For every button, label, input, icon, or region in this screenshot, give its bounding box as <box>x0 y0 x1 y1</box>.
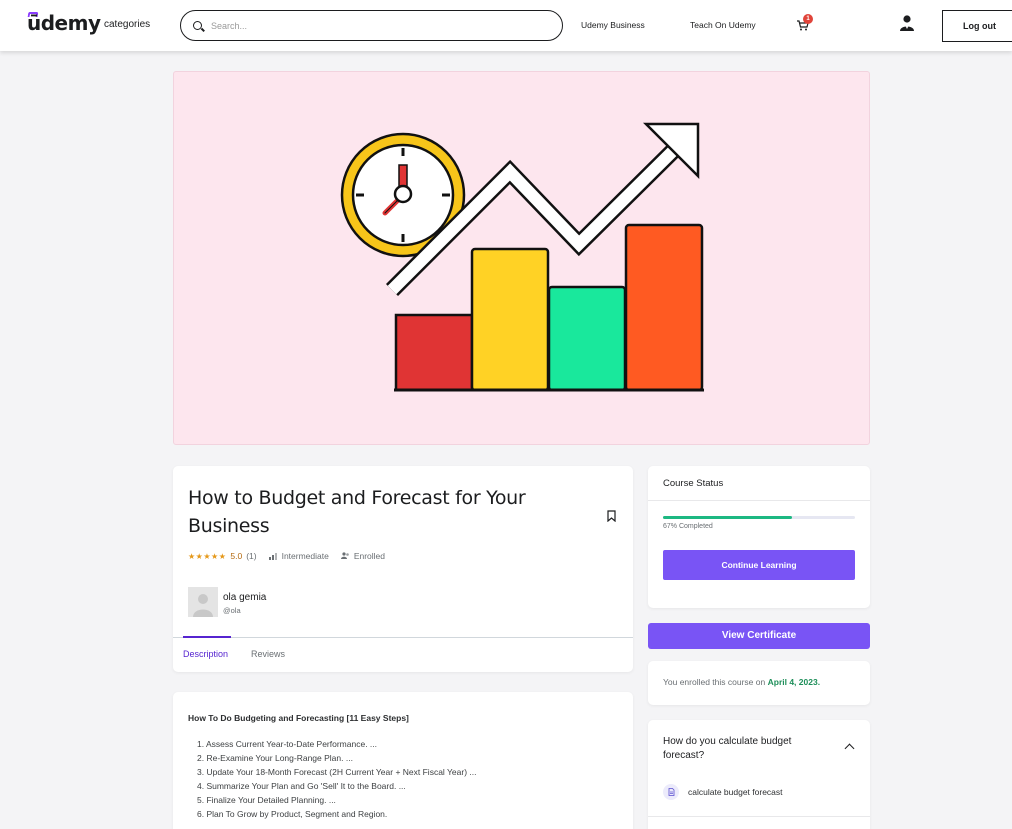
enrolled-date: April 4, 2023 <box>767 677 818 687</box>
course-info-card: How to Budget and Forecast for Your Busi… <box>173 466 633 672</box>
enrollment-status: Enrolled <box>353 551 386 561</box>
illustration-bar-red <box>394 313 474 392</box>
author-avatar[interactable] <box>188 587 218 617</box>
categories-link[interactable]: categories <box>104 19 150 30</box>
list-item: 6. Plan To Grow by Product, Segment and … <box>197 809 388 819</box>
chevron-up-icon[interactable] <box>844 743 855 754</box>
udemy-logo[interactable]: ūdemy <box>27 11 101 35</box>
faq-resource-item[interactable]: calculate budget forecast <box>663 784 783 800</box>
list-item: 2. Re-Examine Your Long-Range Plan. ... <box>197 753 353 763</box>
faq-divider <box>648 816 870 817</box>
tab-reviews[interactable]: Reviews <box>251 649 285 659</box>
course-hero-image <box>173 71 870 445</box>
faq-question[interactable]: How do you calculate budget forecast? <box>663 735 823 763</box>
author-handle: @ola <box>223 606 241 615</box>
enrolled-users-icon <box>340 552 349 559</box>
course-level: Intermediate <box>281 551 329 561</box>
enrollment-text: You enrolled this course on April 4, 202… <box>663 677 820 687</box>
author-name[interactable]: ola gemia <box>223 592 266 603</box>
description-steps-list: 1. Assess Current Year-to-Date Performan… <box>197 737 476 821</box>
rating-value: 5.0 <box>230 551 243 561</box>
illustration-bar-yellow <box>470 247 550 392</box>
enrolled-prefix: You enrolled this course on <box>663 677 766 687</box>
search-input[interactable] <box>211 18 551 34</box>
tab-description[interactable]: Description <box>183 649 228 659</box>
illustration-bar-orange <box>624 223 704 392</box>
enrolled-meta: Enrolled <box>340 551 386 561</box>
progress-bar-fill <box>663 516 792 519</box>
bookmark-icon[interactable] <box>607 510 616 522</box>
top-navigation-bar: ūdemy categories Udemy Business Teach On… <box>0 0 1012 51</box>
rating-count: (1) <box>246 551 257 561</box>
faq-card: How do you calculate budget forecast? ca… <box>648 720 870 829</box>
course-title: How to Budget and Forecast for Your Busi… <box>188 487 526 537</box>
search-bar[interactable] <box>180 10 563 41</box>
list-item: 4. Summarize Your Plan and Go 'Sell' It … <box>197 781 406 791</box>
teach-on-udemy-link[interactable]: Teach On Udemy <box>690 20 756 30</box>
view-certificate-button[interactable]: View Certificate <box>648 623 870 649</box>
search-icon <box>193 21 202 30</box>
course-status-card: Course Status 67% Completed Continue Lea… <box>648 466 870 608</box>
logout-button[interactable]: Log out <box>942 10 1012 42</box>
enrollment-card: You enrolled this course on April 4, 202… <box>648 661 870 705</box>
budget-growth-illustration <box>340 122 704 392</box>
list-item: 3. Update Your 18-Month Forecast (2H Cur… <box>197 767 477 777</box>
progress-text: 67% Completed <box>663 523 713 530</box>
level-bars-icon <box>268 553 277 560</box>
illustration-bar-green <box>547 285 627 392</box>
progress-bar <box>663 516 855 519</box>
course-meta: ★★★★★ 5.0 (1) Intermediate Enrolled <box>188 551 385 561</box>
continue-learning-button[interactable]: Continue Learning <box>663 550 855 580</box>
list-item: 1. Assess Current Year-to-Date Performan… <box>197 739 377 749</box>
faq-item-label: calculate budget forecast <box>688 787 783 797</box>
document-icon <box>663 784 679 800</box>
course-status-title: Course Status <box>663 478 724 489</box>
description-heading: How To Do Budgeting and Forecasting [11 … <box>188 713 409 723</box>
status-divider <box>648 500 870 501</box>
cart-count-badge: 1 <box>803 14 813 24</box>
tabs-divider <box>173 637 633 638</box>
enrolled-suffix: . <box>817 677 821 687</box>
avatar-placeholder-icon <box>193 594 213 617</box>
udemy-business-link[interactable]: Udemy Business <box>581 20 645 30</box>
list-item: 5. Finalize Your Detailed Planning. ... <box>197 795 336 805</box>
description-card: How To Do Budgeting and Forecasting [11 … <box>173 692 633 829</box>
active-tab-indicator <box>183 636 231 638</box>
rating-stars-icon: ★★★★★ <box>188 551 227 561</box>
user-profile-icon[interactable] <box>898 14 916 32</box>
level-meta: Intermediate <box>268 551 329 561</box>
